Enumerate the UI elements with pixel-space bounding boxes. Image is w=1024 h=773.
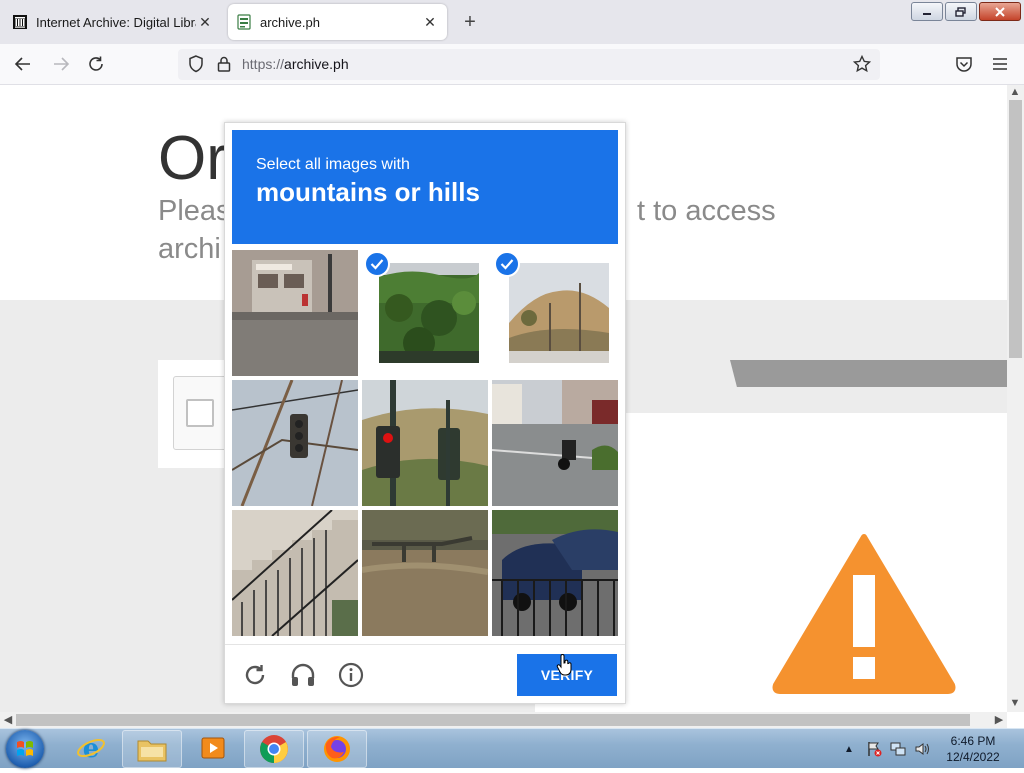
page-heading: Or [158,124,227,193]
captcha-instruction: Select all images with [256,156,410,173]
traffic-light-hills-image [362,380,488,506]
green-hillside-image [379,263,479,363]
traffic-light-wires-image [232,380,358,506]
dry-hill-with-poles-image [509,263,609,363]
captcha-tile-selected[interactable] [492,250,618,376]
vertical-scroll-thumb[interactable] [1009,100,1022,358]
motorcycle-street-image [492,380,618,506]
dark-banner [730,360,1007,387]
network-icon[interactable] [890,741,906,757]
close-window-button[interactable] [979,2,1021,21]
taskbar-file-explorer[interactable] [122,730,182,768]
reload-icon[interactable] [84,52,108,76]
pocket-icon[interactable] [952,52,976,76]
bridge-field-image [362,510,488,636]
scroll-up-arrow-icon[interactable]: ▲ [1007,86,1023,98]
system-tray: ▲ [844,729,930,769]
minimize-button[interactable] [911,2,943,21]
tab-title: archive.ph [260,14,320,30]
staircase-railing-image [232,510,358,636]
archive-ph-icon [236,14,252,30]
scroll-right-arrow-icon[interactable]: ▶ [991,713,1007,726]
captcha-prompt-header: Select all images with mountains or hill… [232,130,618,244]
internet-explorer-icon: e [77,734,105,763]
close-tab-icon[interactable]: ✕ [421,14,439,31]
parked-cars-fence-image [492,510,618,636]
bookmark-star-icon[interactable] [850,52,874,76]
captcha-tile[interactable] [492,380,618,506]
hand-cursor-icon [556,654,572,676]
windows-logo-icon [17,741,33,756]
captcha-challenge: Select all images with mountains or hill… [224,122,626,704]
page-subtitle: Pleas [158,195,231,227]
captcha-tile[interactable] [492,510,618,636]
svg-text:e: e [83,734,100,763]
recaptcha-checkbox[interactable] [186,399,214,427]
tracking-protection-icon[interactable] [184,52,208,76]
navigation-toolbar: https://archive.ph [0,44,1024,85]
captcha-tile[interactable] [232,380,358,506]
audio-challenge-icon[interactable] [289,661,317,689]
clock-date: 12/4/2022 [946,750,1000,764]
tab-archive-ph[interactable]: archive.ph ✕ [228,4,447,40]
taskbar-media-player[interactable] [184,730,242,766]
restore-button[interactable] [945,2,977,21]
menu-icon[interactable] [988,52,1012,76]
selected-checkmark-icon [364,251,390,277]
tab-title: Internet Archive: Digital Library [36,14,196,30]
captcha-tile[interactable] [232,510,358,636]
taskbar: e ▲ 6:46 PM 12/4/2022 [0,728,1024,768]
captcha-tile[interactable] [362,380,488,506]
selected-checkmark-icon [494,251,520,277]
taskbar-clock[interactable]: 6:46 PM 12/4/2022 [938,733,1008,765]
scroll-down-arrow-icon[interactable]: ▼ [1007,697,1023,709]
back-icon[interactable] [11,52,35,76]
taskbar-internet-explorer[interactable]: e [62,730,120,766]
media-player-icon [201,737,225,759]
taskbar-chrome[interactable] [244,730,304,768]
url-text[interactable]: https://archive.ph [242,56,349,72]
page-subtitle: t to access [637,195,776,227]
clock-time: 6:46 PM [950,734,996,748]
chrome-icon [260,735,288,763]
start-button[interactable] [6,730,44,768]
window-controls [911,2,1021,21]
address-bar[interactable]: https://archive.ph [178,49,880,80]
close-tab-icon[interactable]: ✕ [196,14,214,31]
captcha-tile[interactable] [362,510,488,636]
firefox-icon [324,736,350,762]
taskbar-firefox[interactable] [307,730,367,768]
action-center-flag-icon[interactable] [866,741,882,757]
forward-icon[interactable] [49,52,73,76]
horizontal-scroll-thumb[interactable] [16,714,970,726]
tab-internet-archive[interactable]: Internet Archive: Digital Library ✕ [4,4,222,40]
internet-archive-icon [12,14,28,30]
captcha-tile-selected[interactable] [362,250,488,376]
scroll-left-arrow-icon[interactable]: ◀ [0,713,16,726]
street-storefront-image [232,250,358,376]
folder-icon [137,740,167,762]
warning-icon [772,534,956,694]
captcha-target: mountains or hills [256,177,480,207]
captcha-tile[interactable] [232,250,358,376]
show-hidden-icons[interactable]: ▲ [844,744,854,755]
page-subtitle: archi [158,233,221,265]
new-tab-button[interactable]: + [460,10,480,34]
reload-challenge-icon[interactable] [241,661,269,689]
info-icon[interactable] [337,661,365,689]
tab-strip: Internet Archive: Digital Library ✕ arch… [0,0,1024,44]
lock-icon[interactable] [212,52,236,76]
volume-icon[interactable] [914,741,930,757]
